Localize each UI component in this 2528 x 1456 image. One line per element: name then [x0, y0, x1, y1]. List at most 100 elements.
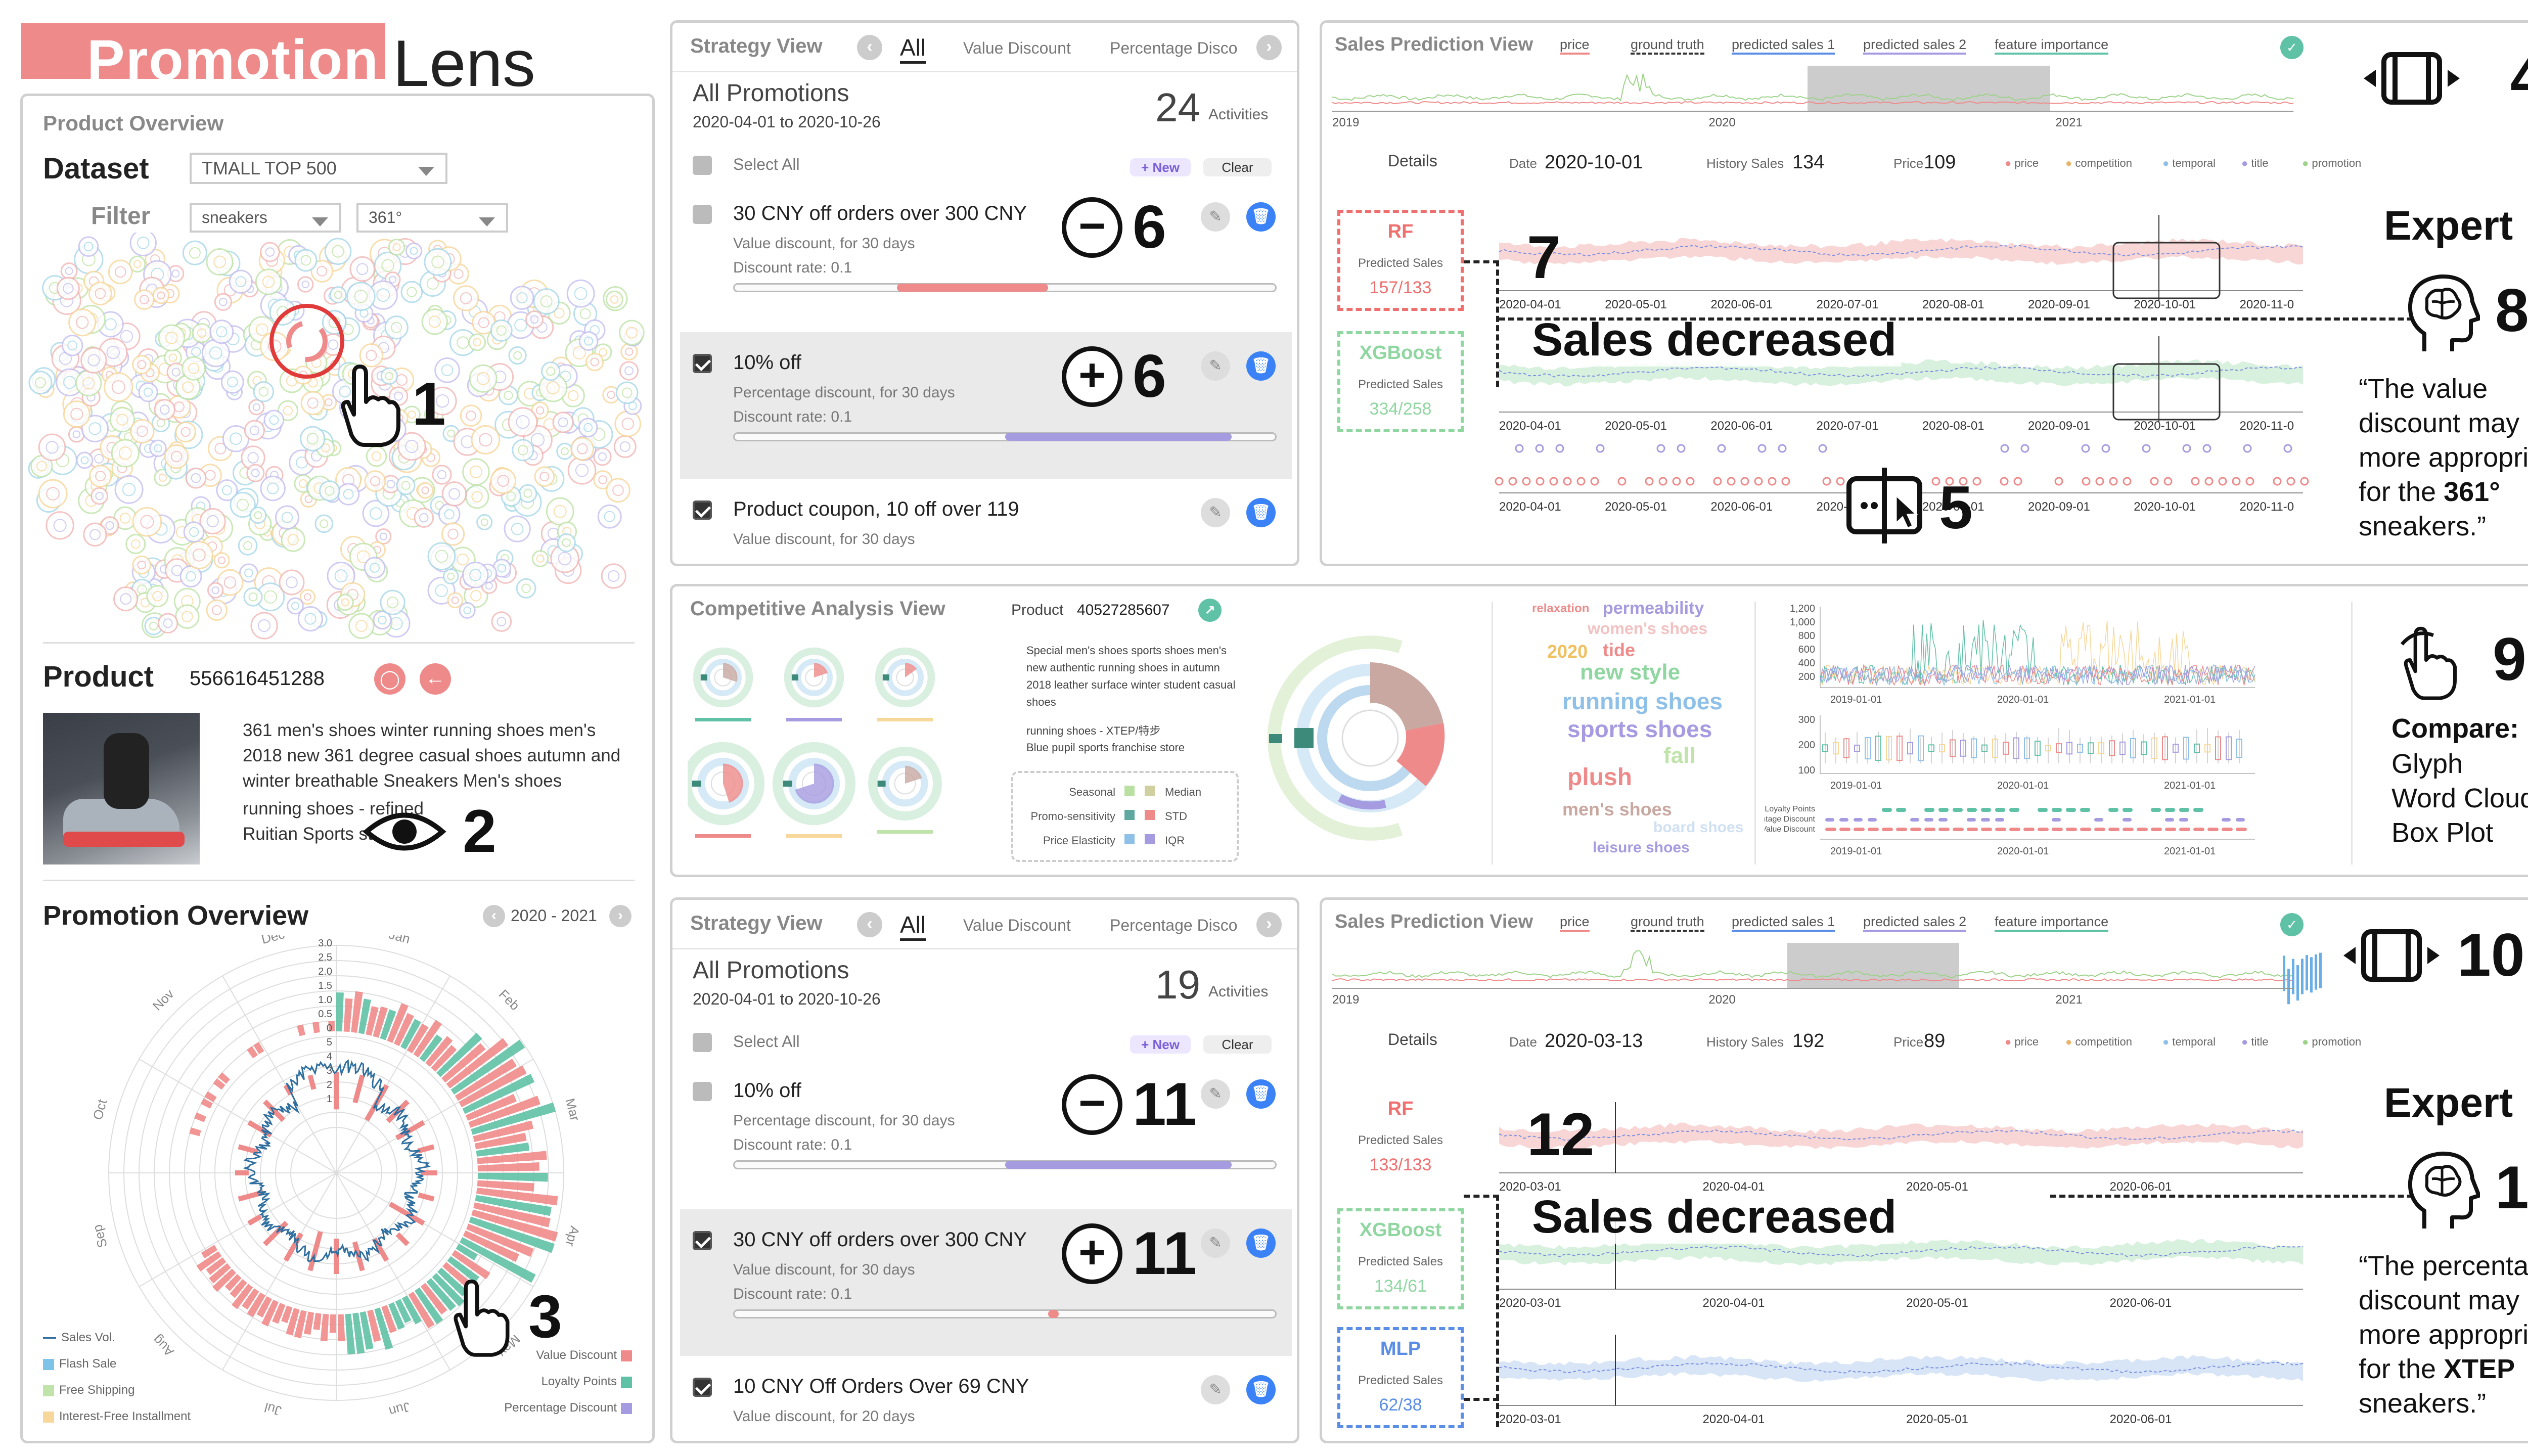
legend-item[interactable]: Interest-Free Installment [43, 1403, 191, 1430]
legend-tab-price[interactable]: price [1560, 37, 1590, 55]
legend-item[interactable]: Loyalty Points [504, 1369, 632, 1395]
legend-item[interactable]: Free Shipping [43, 1377, 191, 1403]
new-promotion-button[interactable]: + New [1130, 158, 1191, 176]
word-cloud-term[interactable]: tide [1603, 640, 1635, 661]
word-cloud-term[interactable]: 2020 [1547, 641, 1588, 662]
word-cloud-term[interactable]: sports shoes [1567, 715, 1712, 743]
promo-mark [2165, 808, 2175, 812]
legend-item[interactable]: Value Discount [504, 1342, 632, 1369]
legend-tab-ground-truth[interactable]: ground truth [1631, 914, 1704, 932]
delete-button[interactable]: 🗑 [1246, 202, 1276, 232]
prev-year-button[interactable]: ‹ [483, 905, 505, 927]
select-all-checkbox[interactable] [693, 1033, 712, 1052]
glyph-grid[interactable] [688, 632, 991, 870]
glyph-ring [214, 293, 233, 311]
tab-percentage-disco[interactable]: Percentage Disco [1110, 39, 1238, 58]
legend-tab-ground-truth[interactable]: ground truth [1631, 37, 1704, 55]
delete-button[interactable]: 🗑 [1246, 1375, 1276, 1404]
search-product-button[interactable]: ◯ [374, 663, 405, 695]
tab-value-discount[interactable]: Value Discount [963, 916, 1071, 935]
filter-select-2[interactable]: 361° [356, 203, 508, 233]
discount-slider[interactable] [733, 1160, 1277, 1169]
settings-button[interactable]: ✓ [2280, 913, 2304, 936]
new-promotion-button[interactable]: + New [1130, 1035, 1191, 1054]
comp-info-button[interactable]: ↗ [1198, 599, 1222, 622]
word-cloud-term[interactable]: fall [1663, 743, 1696, 768]
discount-slider[interactable] [733, 283, 1277, 292]
tab-prev-button[interactable]: ‹ [857, 35, 882, 60]
word-cloud-term[interactable]: running shoes [1562, 688, 1723, 715]
legend-item[interactable]: Flash Sale [43, 1351, 191, 1377]
legend-tab-feature-importance[interactable]: feature importance [1995, 914, 2109, 932]
discount-slider[interactable] [733, 432, 1277, 441]
clear-button[interactable]: Clear [1203, 1035, 1272, 1054]
delete-button[interactable]: 🗑 [1246, 1079, 1276, 1109]
promo-mark [2066, 808, 2076, 812]
sales-overview-timeline[interactable]: 2019 2020 2021 [1332, 63, 2323, 149]
discount-slider[interactable] [733, 1309, 1277, 1318]
legend-item[interactable]: Sales Vol. [43, 1325, 191, 1351]
tab-value-discount[interactable]: Value Discount [963, 39, 1071, 58]
legend-tab-predicted-sales-1[interactable]: predicted sales 1 [1732, 37, 1835, 55]
dataset-select[interactable]: TMALL TOP 500 [190, 153, 447, 184]
tab-next-button[interactable]: › [1256, 35, 1282, 60]
sales-overview-timeline[interactable]: 2019 2020 2021 [1332, 940, 2323, 1026]
item-checkbox[interactable] [693, 500, 712, 520]
compare-item: Glyph [2391, 749, 2463, 779]
word-cloud-term[interactable]: leisure shoes [1593, 839, 1690, 856]
legend-tab-feature-importance[interactable]: feature importance [1995, 37, 2109, 55]
filter-select-1[interactable]: sneakers [190, 203, 341, 233]
word-cloud-term[interactable]: men's shoes [1562, 799, 1672, 820]
select-all-checkbox[interactable] [693, 156, 712, 175]
glyph-ring [263, 410, 285, 431]
legend-tab-predicted-sales-1[interactable]: predicted sales 1 [1732, 914, 1835, 932]
delete-button[interactable]: 🗑 [1246, 1228, 1276, 1258]
word-cloud[interactable]: relaxation permeability women's shoes 2020 t… [1532, 597, 1744, 870]
competitive-timeseries[interactable]: 1,200 1,000 800 600 400 200 2019-01-01 2020-01-… [1765, 597, 2270, 875]
edit-button[interactable]: ✎ [1201, 202, 1230, 232]
item-checkbox[interactable] [693, 354, 712, 373]
glyph-ring [91, 487, 109, 505]
back-button[interactable]: ← [420, 663, 451, 695]
next-year-button[interactable]: › [609, 905, 631, 927]
legend-tab-price[interactable]: price [1560, 914, 1590, 932]
word-cloud-term[interactable]: women's shoes [1588, 619, 1707, 638]
edit-button[interactable]: ✎ [1201, 1079, 1230, 1109]
product-glyph [518, 484, 537, 503]
sales-decreased-bottom: Sales decreased [1527, 1191, 1902, 1244]
legend-tab-predicted-sales-2[interactable]: predicted sales 2 [1863, 37, 1967, 55]
promo-dot [2243, 444, 2252, 453]
tab-prev-button[interactable]: ‹ [857, 912, 882, 937]
edit-button[interactable]: ✎ [1201, 351, 1230, 381]
tab-percentage-disco[interactable]: Percentage Disco [1110, 916, 1238, 935]
large-glyph[interactable] [1264, 607, 1476, 870]
legend-tab-predicted-sales-2[interactable]: predicted sales 2 [1863, 914, 1967, 932]
word-cloud-term[interactable]: new style [1580, 660, 1680, 685]
word-cloud-term[interactable]: relaxation [1532, 602, 1589, 616]
settings-button[interactable]: ✓ [2280, 36, 2304, 59]
product-glyph [578, 418, 598, 438]
edit-button[interactable]: ✎ [1201, 1228, 1230, 1258]
promotions-count-unit: Activities [1208, 106, 1269, 123]
tab-all[interactable]: All [900, 911, 926, 941]
item-checkbox[interactable] [693, 1378, 712, 1397]
legend-item[interactable]: Percentage Discount [504, 1395, 632, 1421]
item-checkbox[interactable] [693, 1082, 712, 1101]
prediction-charts-bottom[interactable]: 2020-03-01 2020-04-01 2020-05-01 2020-06-01… [1489, 1092, 2318, 1436]
item-checkbox[interactable] [693, 205, 712, 224]
promo-mark [1854, 818, 1863, 822]
glyph-ring [129, 233, 157, 257]
word-cloud-term[interactable]: plush [1567, 763, 1632, 791]
word-cloud-term[interactable]: permeability [1603, 599, 1704, 618]
delete-button[interactable]: 🗑 [1246, 351, 1276, 381]
edit-button[interactable]: ✎ [1201, 498, 1230, 527]
promo-mark [1896, 808, 1906, 812]
promo-mark [1924, 808, 1934, 812]
edit-button[interactable]: ✎ [1201, 1375, 1230, 1404]
word-cloud-term[interactable]: board shoes [1653, 819, 1743, 836]
tab-all[interactable]: All [900, 34, 926, 64]
clear-button[interactable]: Clear [1203, 158, 1272, 176]
item-checkbox[interactable] [693, 1231, 712, 1250]
delete-button[interactable]: 🗑 [1246, 498, 1276, 527]
tab-next-button[interactable]: › [1256, 912, 1282, 937]
